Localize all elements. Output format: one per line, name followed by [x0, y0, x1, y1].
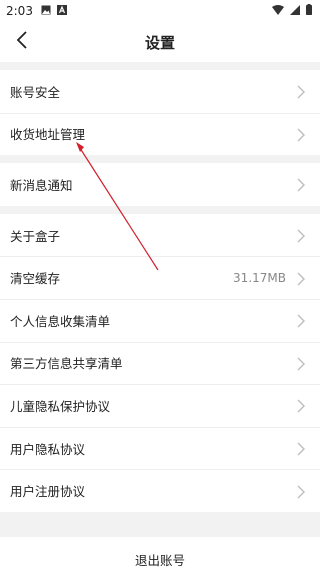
cache-size-value: 31.17MB — [233, 270, 286, 285]
settings-item-label: 用户注册协议 — [10, 484, 86, 500]
settings-item-about[interactable]: 关于盒子 — [0, 214, 320, 257]
nav-header: 设置 — [0, 22, 320, 62]
settings-item-label: 清空缓存 — [10, 271, 61, 287]
settings-item-label: 账号安全 — [10, 84, 61, 100]
settings-item-label: 儿童隐私保护协议 — [10, 398, 111, 414]
settings-item-label: 收货地址管理 — [10, 127, 86, 143]
app-a-icon — [56, 4, 67, 18]
chevron-right-icon — [296, 228, 306, 243]
settings-item-child-privacy[interactable]: 儿童隐私保护协议 — [0, 384, 320, 427]
settings-item-address[interactable]: 收货地址管理 — [0, 112, 320, 156]
logout-button[interactable]: 退出账号 — [0, 537, 320, 568]
back-button[interactable] — [10, 30, 34, 54]
battery-icon — [306, 4, 312, 18]
wifi-icon — [272, 4, 284, 18]
settings-item-user-privacy[interactable]: 用户隐私协议 — [0, 426, 320, 470]
status-bar: 2:03 — [0, 0, 320, 22]
settings-item-label: 用户隐私协议 — [10, 441, 86, 457]
settings-item-label: 个人信息收集清单 — [10, 313, 111, 329]
settings-item-notifications[interactable]: 新消息通知 — [0, 163, 320, 206]
image-icon — [41, 4, 51, 18]
chevron-right-icon — [296, 127, 306, 142]
settings-item-personal-info-list[interactable]: 个人信息收集清单 — [0, 298, 320, 342]
chevron-right-icon — [296, 84, 306, 99]
chevron-right-icon — [296, 398, 306, 413]
settings-item-label: 新消息通知 — [10, 177, 73, 193]
signal-icon — [290, 4, 300, 18]
chevron-right-icon — [296, 271, 306, 286]
settings-item-clear-cache[interactable]: 清空缓存 31.17MB — [0, 256, 320, 299]
settings-item-third-party-list[interactable]: 第三方信息共享清单 — [0, 341, 320, 385]
settings-item-label: 第三方信息共享清单 — [10, 356, 123, 372]
chevron-right-icon — [296, 484, 306, 499]
page-title: 设置 — [144, 33, 175, 52]
logout-label: 退出账号 — [134, 553, 185, 568]
settings-item-user-agreement[interactable]: 用户注册协议 — [0, 469, 320, 512]
settings-item-account-security[interactable]: 账号安全 — [0, 70, 320, 113]
chevron-left-icon — [16, 31, 28, 53]
status-time: 2:03 — [6, 4, 33, 18]
chevron-right-icon — [296, 356, 306, 371]
settings-group-account: 账号安全 收货地址管理 — [0, 70, 320, 156]
chevron-right-icon — [296, 313, 306, 328]
settings-group-about: 关于盒子 清空缓存 31.17MB 个人信息收集清单 第三方信息共享清单 儿童隐… — [0, 213, 320, 512]
settings-group-notify: 新消息通知 — [0, 163, 320, 206]
chevron-right-icon — [296, 441, 306, 456]
settings-item-label: 关于盒子 — [10, 228, 61, 244]
chevron-right-icon — [296, 177, 306, 192]
